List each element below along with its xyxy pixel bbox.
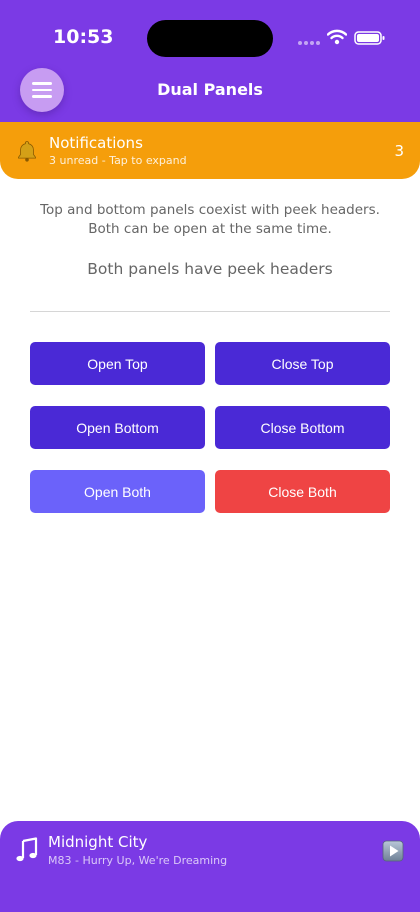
notifications-subtitle: 3 unread - Tap to expand [49,154,187,167]
close-bottom-button[interactable]: Close Bottom [215,406,390,449]
close-both-button[interactable]: Close Both [215,470,390,513]
notifications-count-badge: 3 [394,142,404,160]
battery-icon [354,31,385,45]
description-line-2: Both can be open at the same time. [88,221,332,237]
close-top-button[interactable]: Close Top [215,342,390,385]
nav-title: Dual Panels [157,80,263,99]
app-screen: 10:53 Dual Panels Notifications 3 unread… [0,0,420,912]
music-note-icon [16,837,38,862]
notifications-title: Notifications [49,134,143,152]
description-text: Top and bottom panels coexist with peek … [20,201,400,239]
play-icon[interactable] [382,840,404,862]
description-line-1: Top and bottom panels coexist with peek … [40,202,380,218]
divider [30,311,390,312]
bell-icon [18,141,36,162]
wifi-icon [327,29,347,45]
status-time: 10:53 [53,26,114,48]
open-bottom-button[interactable]: Open Bottom [30,406,205,449]
open-top-button[interactable]: Open Top [30,342,205,385]
track-title: Midnight City [48,833,148,851]
cellular-signal-icon [298,41,320,45]
track-subtitle: M83 - Hurry Up, We're Dreaming [48,854,228,867]
panel-state-text: Both panels have peek headers [87,260,333,278]
dynamic-island [147,20,273,57]
open-both-button[interactable]: Open Both [30,470,205,513]
